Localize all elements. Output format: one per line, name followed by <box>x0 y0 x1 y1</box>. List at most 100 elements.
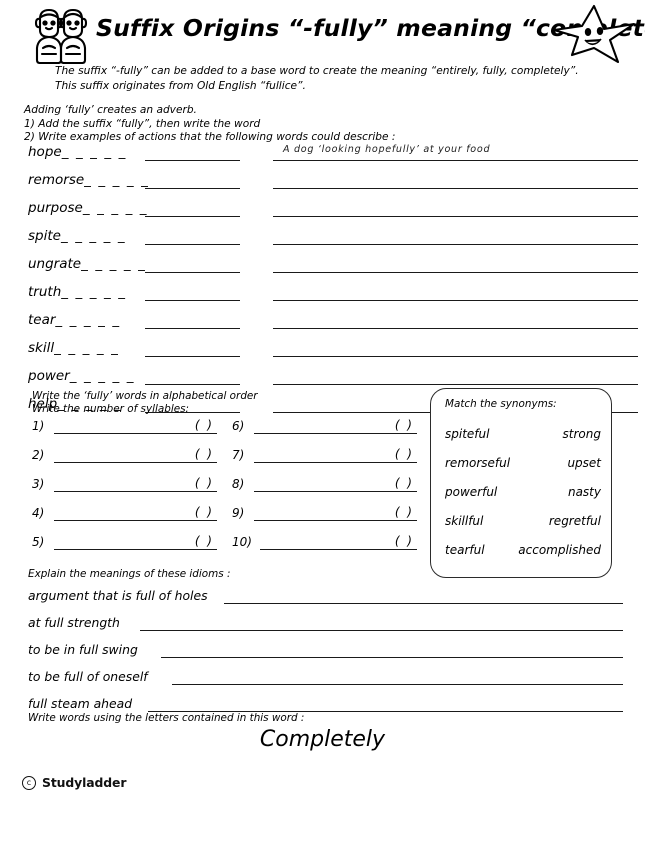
synonym-right-word[interactable]: accomplished <box>518 543 601 557</box>
alphabetical-heading-line-1: Write the ‘fully’ words in alphabetical … <box>32 390 258 402</box>
syllable-count-blank[interactable]: ( ) <box>192 505 214 520</box>
synonym-right-word[interactable]: nasty <box>568 485 601 499</box>
suffix-answer-blank[interactable] <box>145 216 240 217</box>
page-title: Suffix Origins “-fully” meaning “complet… <box>96 14 645 42</box>
synonym-right-word[interactable]: strong <box>563 427 601 441</box>
idiom-answer-blank[interactable] <box>172 684 623 685</box>
smiling-star-icon <box>548 2 640 64</box>
example-answer-blank[interactable] <box>273 244 638 245</box>
alphabetical-item-number: 2) <box>32 448 45 462</box>
alphabetical-item: 8) ( ) <box>232 476 417 506</box>
idiom-row: at full strength <box>28 615 623 642</box>
word-row: truth_ _ _ _ _ <box>28 283 638 311</box>
synonym-left-word[interactable]: skillful <box>445 514 483 528</box>
word-row: hope_ _ _ _ _ A dog ‘looking hopefully’ … <box>28 143 638 171</box>
alphabetical-answer-blank[interactable] <box>54 491 217 492</box>
example-answer-blank[interactable] <box>273 300 638 301</box>
match-synonyms-title: Match the synonyms: <box>445 398 557 410</box>
suffix-answer-blank[interactable] <box>145 356 240 357</box>
worksheet-header: Suffix Origins “-fully” meaning “complet… <box>0 0 645 65</box>
alphabetical-answer-blank[interactable] <box>254 520 417 521</box>
suffix-answer-blank[interactable] <box>145 384 240 385</box>
synonym-right-word[interactable]: upset <box>567 456 601 470</box>
suffix-answer-blank[interactable] <box>145 244 240 245</box>
example-answer-blank[interactable] <box>273 356 638 357</box>
example-answer-blank[interactable] <box>273 160 638 161</box>
syllable-count-blank[interactable]: ( ) <box>392 534 414 549</box>
syllable-count-blank[interactable]: ( ) <box>392 418 414 433</box>
alphabetical-item: 6) ( ) <box>232 418 417 448</box>
word-stem: skill_ _ _ _ _ <box>28 340 120 356</box>
word-stem: purpose_ _ _ _ _ <box>28 200 149 216</box>
example-answer-blank[interactable] <box>273 188 638 189</box>
alphabetical-answer-blank[interactable] <box>254 491 417 492</box>
alphabetical-answer-blank[interactable] <box>254 433 417 434</box>
letters-task-word: Completely <box>259 727 386 752</box>
word-stem: ungrate_ _ _ _ _ <box>28 256 147 272</box>
idiom-text: at full strength <box>28 615 120 630</box>
word-stem: power_ _ _ _ _ <box>28 368 136 384</box>
alphabetical-answer-blank[interactable] <box>54 462 217 463</box>
alphabetical-answer-blank[interactable] <box>54 549 217 550</box>
synonym-row: skillful regretful <box>431 514 613 530</box>
alphabetical-heading: Write the ‘fully’ words in alphabetical … <box>32 390 258 416</box>
example-answer-blank[interactable] <box>273 328 638 329</box>
suffix-answer-blank[interactable] <box>145 160 240 161</box>
alphabetical-answer-blank[interactable] <box>254 462 417 463</box>
alphabetical-answer-blank[interactable] <box>260 549 417 550</box>
word-list: hope_ _ _ _ _ A dog ‘looking hopefully’ … <box>28 143 638 423</box>
intro-paragraph: The suffix “-fully” can be added to a ba… <box>55 64 630 93</box>
word-dashes: _ _ _ _ _ <box>81 256 147 272</box>
word-dashes: _ _ _ _ _ <box>61 144 128 160</box>
idiom-answer-blank[interactable] <box>140 630 623 631</box>
alphabetical-item: 4) ( ) <box>32 505 217 535</box>
word-stem: tear_ _ _ _ _ <box>28 312 121 328</box>
syllable-count-blank[interactable]: ( ) <box>192 534 214 549</box>
word-stem: hope_ _ _ _ _ <box>28 144 128 160</box>
idiom-answer-blank[interactable] <box>224 603 623 604</box>
word-stem: remorse_ _ _ _ _ <box>28 172 150 188</box>
synonym-row: tearful accomplished <box>431 543 613 559</box>
synonym-left-word[interactable]: spiteful <box>445 427 489 441</box>
alphabetical-column-right: 6) ( ) 7) ( ) 8) ( ) 9) ( ) 10) () <box>232 418 417 564</box>
word-row: remorse_ _ _ _ _ <box>28 171 638 199</box>
alphabetical-answer-blank[interactable] <box>54 433 217 434</box>
syllable-count-blank[interactable]: ( ) <box>192 476 214 491</box>
synonym-left-word[interactable]: powerful <box>445 485 497 499</box>
idioms-heading: Explain the meanings of these idioms : <box>28 568 231 580</box>
word-dashes: _ _ _ _ _ <box>69 368 136 384</box>
alphabetical-item: 1) ( ) <box>32 418 217 448</box>
idiom-row: argument that is full of holes <box>28 588 623 615</box>
word-row: ungrate_ _ _ _ _ <box>28 255 638 283</box>
example-answer-blank[interactable] <box>273 384 638 385</box>
syllable-count-blank[interactable]: ( ) <box>392 476 414 491</box>
idiom-answer-blank[interactable] <box>161 657 623 658</box>
word-dashes: _ _ _ _ _ <box>61 284 127 300</box>
alphabetical-answer-blank[interactable] <box>54 520 217 521</box>
example-answer-blank[interactable] <box>273 216 638 217</box>
word-stem: truth_ _ _ _ _ <box>28 284 127 300</box>
synonym-row: powerful nasty <box>431 485 613 501</box>
syllable-count-blank[interactable]: ( ) <box>392 447 414 462</box>
synonym-left-word[interactable]: tearful <box>445 543 485 557</box>
synonym-right-word[interactable]: regretful <box>549 514 601 528</box>
alphabetical-item-number: 5) <box>32 535 45 549</box>
idiom-text: full steam ahead <box>28 696 133 711</box>
word-dashes: _ _ _ _ _ <box>82 200 149 216</box>
syllable-count-blank[interactable]: ( ) <box>392 505 414 520</box>
instruction-line-2: 1) Add the suffix “fully”, then write th… <box>24 117 261 130</box>
instructions-block: Adding ‘fully’ creates an adverb. 1) Add… <box>24 104 624 145</box>
synonym-row: remorseful upset <box>431 456 613 472</box>
suffix-answer-blank[interactable] <box>145 188 240 189</box>
suffix-answer-blank[interactable] <box>145 272 240 273</box>
example-answer-blank[interactable] <box>273 272 638 273</box>
suffix-answer-blank[interactable] <box>145 328 240 329</box>
suffix-answer-blank[interactable] <box>145 300 240 301</box>
synonym-left-word[interactable]: remorseful <box>445 456 510 470</box>
word-row: skill_ _ _ _ _ <box>28 339 638 367</box>
syllable-count-blank[interactable]: ( ) <box>192 418 214 433</box>
idiom-text: to be full of oneself <box>28 669 148 684</box>
alphabetical-heading-line-2: Write the number of syllables: <box>32 403 190 415</box>
syllable-count-blank[interactable]: ( ) <box>192 447 214 462</box>
alphabetical-item-number: 10) <box>232 535 252 549</box>
